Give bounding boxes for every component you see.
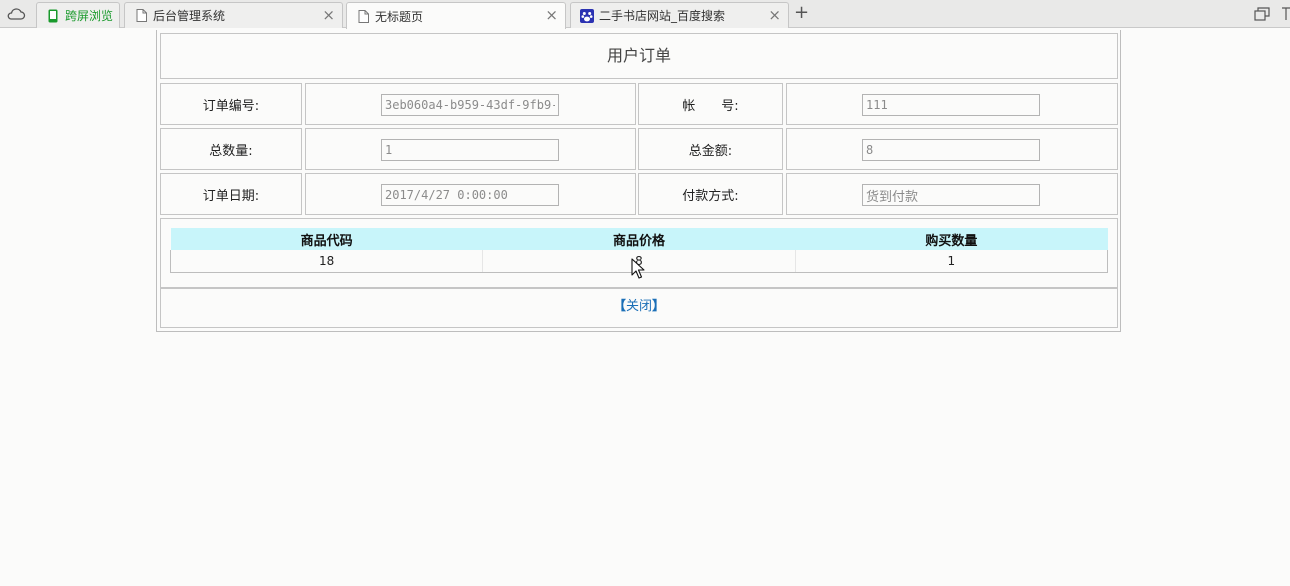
total-qty-field[interactable] <box>381 139 559 161</box>
order-date-cell <box>305 173 636 215</box>
total-qty-cell <box>305 128 636 170</box>
tab-label: 无标题页 <box>375 9 424 24</box>
close-bracket-left: 【 <box>612 299 626 314</box>
account-label: 帐 号: <box>638 83 783 125</box>
baidu-paw-icon <box>580 8 594 23</box>
total-amount-field[interactable] <box>862 139 1040 161</box>
column-header-product-code: 商品代码 <box>170 228 483 250</box>
close-tab-icon[interactable]: × <box>545 7 558 23</box>
tab-admin-system[interactable]: 后台管理系统 × <box>124 2 343 28</box>
expand-icon[interactable] <box>1280 7 1290 21</box>
order-date-field[interactable] <box>381 184 559 206</box>
total-amount-label: 总金额: <box>638 128 783 170</box>
page-icon <box>134 9 148 23</box>
mouse-cursor-icon <box>631 258 645 279</box>
tab-untitled-page[interactable]: 无标题页 × <box>346 2 566 29</box>
column-header-product-price: 商品价格 <box>482 228 796 250</box>
column-header-purchase-qty: 购买数量 <box>795 228 1108 250</box>
total-amount-cell <box>786 128 1118 170</box>
order-no-field[interactable] <box>381 94 559 116</box>
close-bracket-right: 】 <box>652 299 666 314</box>
tab-label: 后台管理系统 <box>153 9 226 23</box>
tab-baidu-search[interactable]: 二手书店网站_百度搜索 × <box>570 2 789 28</box>
close-link[interactable]: 【关闭】 <box>613 299 665 314</box>
phone-icon <box>46 9 60 23</box>
cell-purchase-qty: 1 <box>794 250 1109 273</box>
close-tab-icon[interactable]: × <box>768 7 781 23</box>
cell-product-code: 18 <box>169 250 483 273</box>
tab-label: 跨屏浏览 <box>65 9 114 23</box>
close-label: 关闭 <box>625 299 652 314</box>
close-tab-icon[interactable]: × <box>322 7 335 23</box>
tab-label: 二手书店网站_百度搜索 <box>599 9 726 23</box>
payment-cell <box>786 173 1118 215</box>
cloud-sync-icon[interactable] <box>6 6 26 22</box>
page-icon <box>356 9 370 23</box>
payment-method-field[interactable] <box>862 184 1040 206</box>
order-panel: 用户订单 订单编号: 帐 号: 总数量: 总金额: 订单日期: 付款方式: 商品… <box>156 30 1121 332</box>
account-cell <box>786 83 1118 125</box>
order-no-label: 订单编号: <box>160 83 302 125</box>
browser-tabbar: 跨屏浏览 后台管理系统 × 无标题页 × 二手书店网站_百度搜索 × + <box>0 0 1290 29</box>
total-qty-label: 总数量: <box>160 128 302 170</box>
table-header-row: 商品代码 商品价格 购买数量 <box>170 228 1108 250</box>
account-field[interactable] <box>862 94 1040 116</box>
payment-label: 付款方式: <box>638 173 783 215</box>
restore-window-icon[interactable] <box>1254 7 1270 21</box>
order-date-label: 订单日期: <box>160 173 302 215</box>
order-no-cell <box>305 83 636 125</box>
page-title: 用户订单 <box>160 33 1118 79</box>
tab-cross-screen[interactable]: 跨屏浏览 <box>36 2 120 28</box>
close-row: 【关闭】 <box>160 288 1118 328</box>
new-tab-button[interactable]: + <box>794 4 809 22</box>
